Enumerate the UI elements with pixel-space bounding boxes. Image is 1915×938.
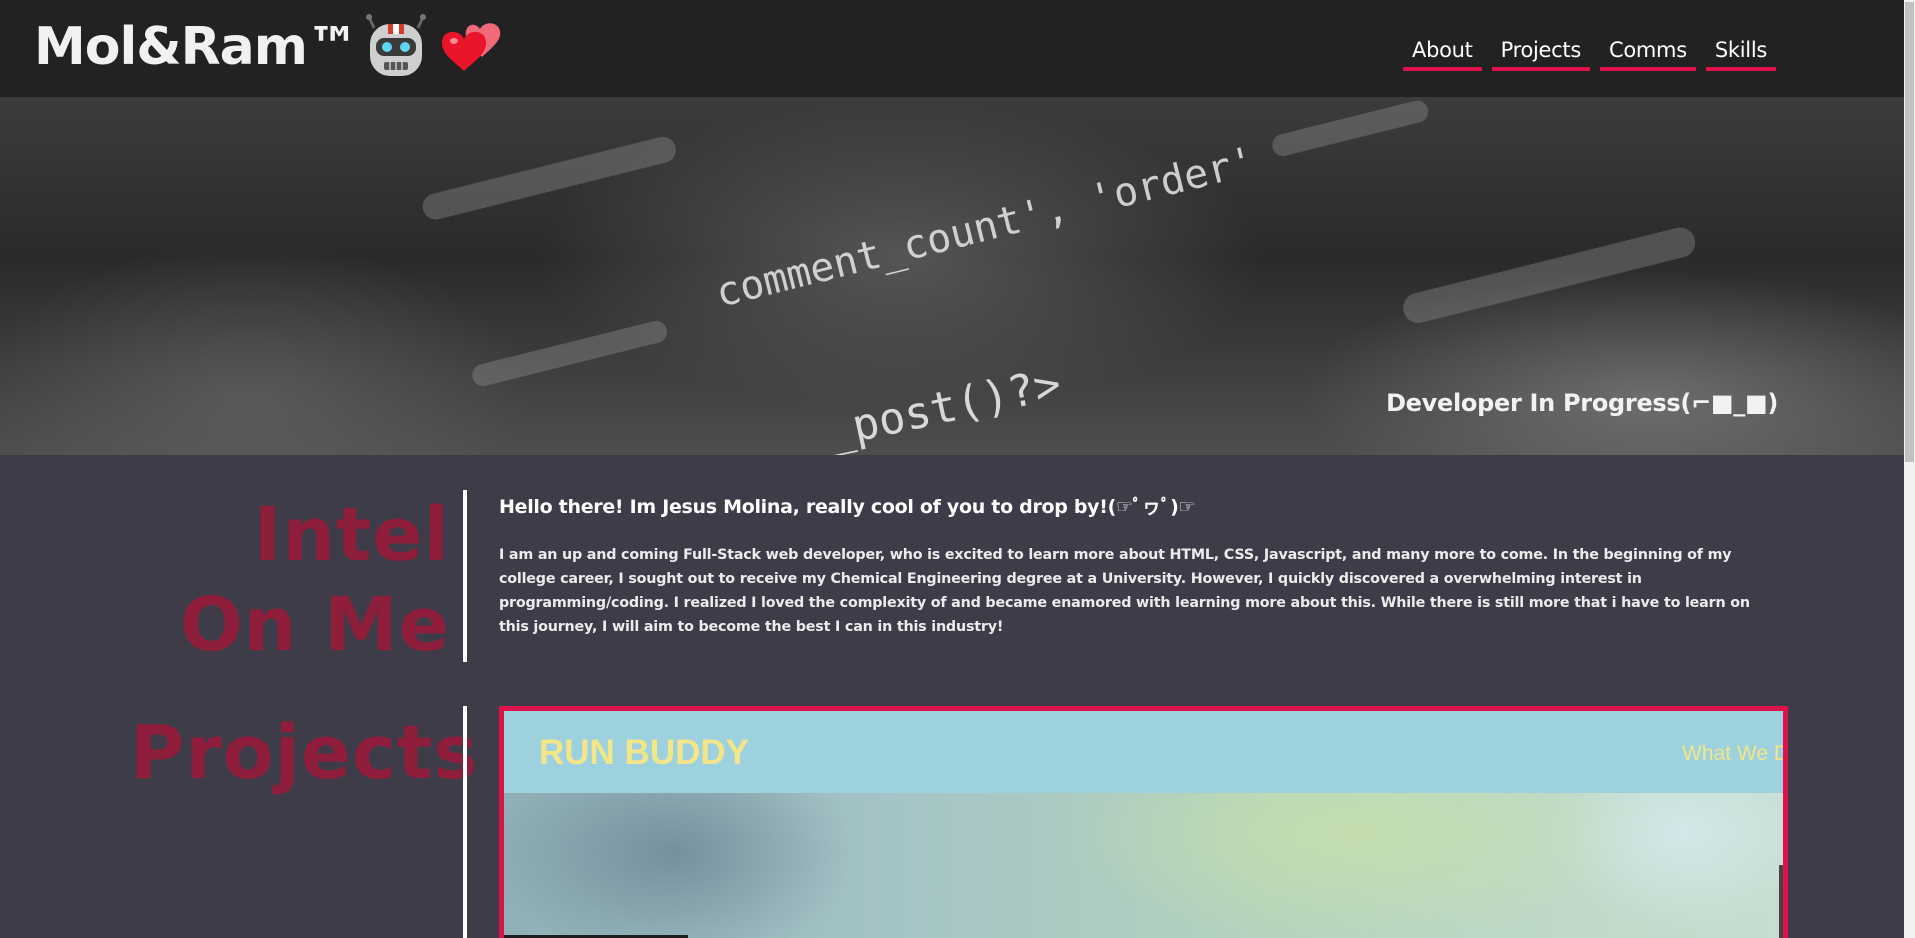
hero-tagline: Developer In Progress(⌐■_■) (1386, 389, 1778, 417)
about-divider (463, 490, 467, 662)
code-line-1: comment_count', 'order' (711, 138, 1260, 317)
site-header: Mol&Ram™ About Projects Comms Skills (0, 0, 1904, 97)
project-preview-nav: What We D (1682, 742, 1788, 765)
code-line-2: _post()?> (822, 358, 1066, 455)
brand[interactable]: Mol&Ram™ (34, 14, 506, 80)
main-nav: About Projects Comms Skills (1403, 36, 1776, 71)
nav-about[interactable]: About (1403, 36, 1482, 71)
nav-projects[interactable]: Projects (1491, 36, 1590, 71)
about-heading: Hello there! Im Jesus Molina, really coo… (499, 496, 1196, 518)
nav-comms[interactable]: Comms (1599, 36, 1696, 71)
about-paragraph: I am an up and coming Full-Stack web dev… (499, 547, 1750, 635)
project-preview-image (504, 793, 1783, 938)
about-section-title: Intel On Me (179, 492, 450, 668)
project-preview-header: RUN BUDDY What We D (504, 711, 1783, 793)
project-preview-scrollbar (1779, 865, 1783, 938)
projects-section-title: Projects (130, 710, 479, 796)
page-scrollbar[interactable] (1904, 0, 1915, 938)
hero-banner: comment_count', 'order' _post()?> Develo… (0, 97, 1904, 455)
page-scrollbar-thumb[interactable] (1905, 2, 1914, 462)
projects-divider (463, 706, 467, 938)
robot-icon (365, 14, 426, 76)
about-content: Hello there! Im Jesus Molina, really coo… (499, 492, 1781, 639)
brand-title[interactable]: Mol&Ram™ (34, 17, 359, 77)
nav-skills[interactable]: Skills (1705, 36, 1776, 71)
project-preview-logo: RUN BUDDY (539, 733, 749, 772)
project-card-run-buddy[interactable]: RUN BUDDY What We D (499, 706, 1788, 938)
two-hearts-icon (441, 23, 501, 71)
